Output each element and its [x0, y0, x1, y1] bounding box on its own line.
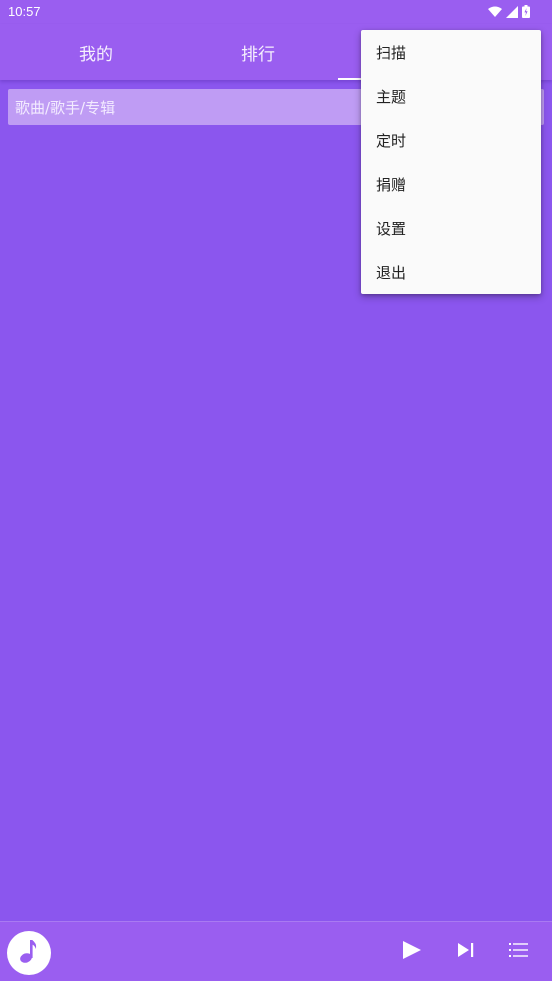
menu-item-exit[interactable]: 退出 — [361, 250, 541, 294]
menu-item-theme[interactable]: 主题 — [361, 74, 541, 118]
status-bar: 10:57 — [0, 0, 552, 24]
overflow-menu: 扫描 主题 定时 捐赠 设置 退出 — [361, 30, 541, 294]
menu-item-settings[interactable]: 设置 — [361, 206, 541, 250]
player-bar — [0, 921, 552, 981]
search-placeholder: 歌曲/歌手/专辑 — [15, 98, 116, 117]
music-note-icon — [19, 938, 39, 968]
app-screen: 10:57 我的 排行 歌曲/歌手/专辑 扫描 主题 定时 捐赠 设置 退出 — [0, 0, 552, 981]
menu-item-timer[interactable]: 定时 — [361, 118, 541, 162]
tab-mine[interactable]: 我的 — [8, 24, 184, 80]
battery-charging-icon — [522, 5, 530, 18]
skip-next-icon — [457, 941, 475, 963]
playlist-icon — [509, 942, 529, 962]
status-icons — [488, 5, 530, 18]
play-icon — [402, 940, 422, 964]
menu-item-donate[interactable]: 捐赠 — [361, 162, 541, 206]
tab-ranking[interactable]: 排行 — [170, 24, 346, 80]
wifi-icon — [488, 6, 502, 18]
signal-icon — [506, 5, 518, 18]
status-time: 10:57 — [8, 4, 41, 19]
album-art[interactable] — [7, 931, 51, 975]
play-button[interactable] — [396, 936, 428, 968]
playlist-button[interactable] — [503, 936, 535, 968]
menu-item-scan[interactable]: 扫描 — [361, 30, 541, 74]
skip-next-button[interactable] — [450, 936, 482, 968]
